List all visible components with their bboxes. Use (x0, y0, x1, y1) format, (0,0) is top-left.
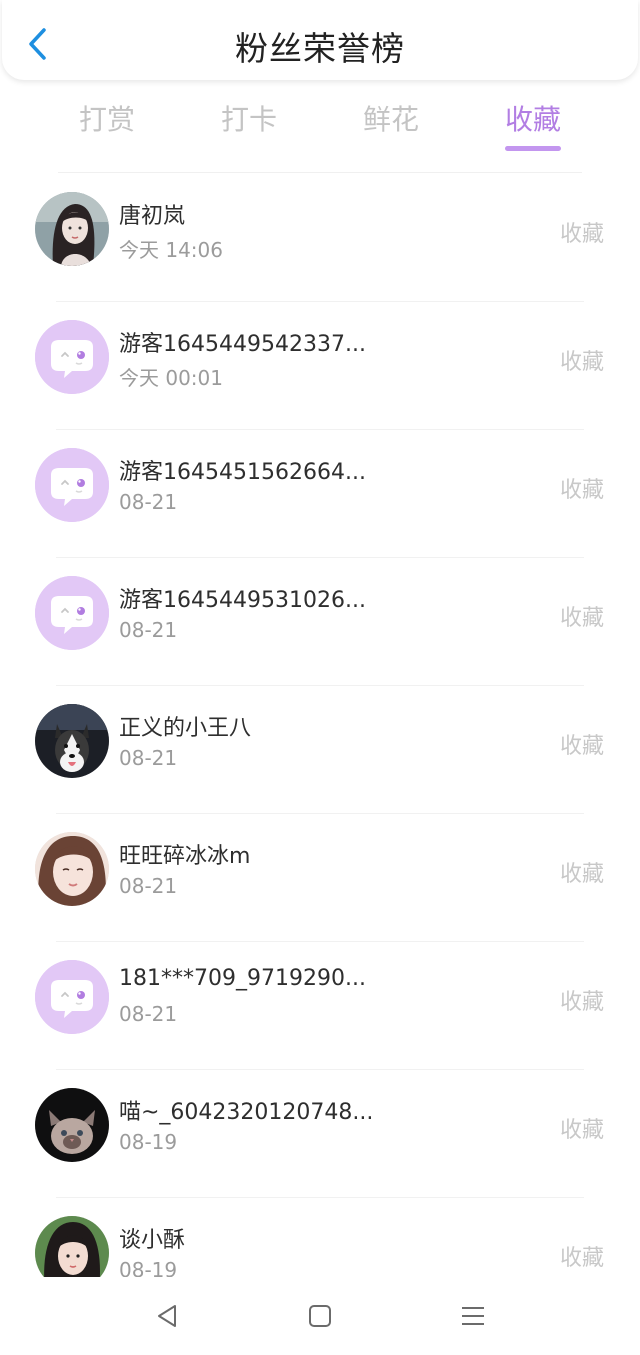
timestamp: 08-21 (119, 746, 178, 770)
husky-dog-avatar-icon (35, 704, 109, 778)
timestamp: 08-21 (119, 618, 178, 642)
user-name: 游客1645449531026... (119, 588, 366, 613)
list-item[interactable]: 正义的小王八 08-21 收藏 (0, 686, 640, 814)
favorite-label: 收藏 (559, 222, 604, 247)
avatar (35, 448, 109, 522)
timestamp: 08-21 (119, 490, 178, 514)
user-name: 181***709_9719290... (119, 966, 366, 991)
user-name: 旺旺碎冰冰m (119, 844, 251, 869)
default-chat-avatar-icon (35, 448, 109, 522)
default-chat-avatar-icon (35, 576, 109, 650)
list-item[interactable]: 游客1645449542337... 今天 00:01 收藏 (0, 302, 640, 430)
favorite-label: 收藏 (559, 478, 604, 503)
home-square-icon (309, 1305, 331, 1327)
active-tab-indicator (505, 146, 561, 151)
avatar (35, 832, 109, 906)
menu-lines-icon (462, 1307, 484, 1325)
tab-flowers[interactable]: 鲜花 (336, 98, 446, 138)
default-chat-avatar-icon (35, 320, 109, 394)
divider (58, 172, 582, 173)
list-item[interactable]: 旺旺碎冰冰m 08-21 收藏 (0, 814, 640, 942)
nav-back-button[interactable] (152, 1301, 182, 1331)
timestamp: 08-21 (119, 874, 178, 898)
list-item[interactable]: 游客1645451562664... 08-21 收藏 (0, 430, 640, 558)
tab-bar: 打赏 打卡 鲜花 收藏 (0, 92, 640, 158)
cat-avatar-icon (35, 1088, 109, 1162)
timestamp: 08-19 (119, 1130, 178, 1154)
favorite-label: 收藏 (559, 862, 604, 887)
top-bar: 粉丝荣誉榜 (2, 0, 638, 80)
avatar (35, 576, 109, 650)
user-name: 喵~_6042320120748... (119, 1100, 374, 1125)
list-item[interactable]: 181***709_9719290... 08-21 收藏 (0, 942, 640, 1070)
list-item[interactable]: 喵~_6042320120748... 08-19 收藏 (0, 1070, 640, 1198)
list-item[interactable]: 唐初岚 今天 14:06 收藏 (0, 174, 640, 302)
favorite-label: 收藏 (559, 1118, 604, 1143)
system-nav-bar (0, 1277, 640, 1355)
photo-girl-avatar-icon (35, 192, 109, 266)
favorite-label: 收藏 (559, 606, 604, 631)
page-title: 粉丝荣誉榜 (235, 29, 405, 68)
favorite-label: 收藏 (559, 350, 604, 375)
avatar (35, 1088, 109, 1162)
list-item[interactable]: 游客1645449531026... 08-21 收藏 (0, 558, 640, 686)
user-name: 游客1645449542337... (119, 332, 366, 357)
avatar (35, 1216, 109, 1277)
screen: 粉丝荣誉榜 打赏 打卡 鲜花 收藏 唐初岚 今天 14:06 收藏 游客1645… (0, 0, 640, 1355)
tab-favorites[interactable]: 收藏 (478, 98, 588, 138)
favorite-label: 收藏 (559, 990, 604, 1015)
fan-list: 唐初岚 今天 14:06 收藏 游客1645449542337... 今天 00… (0, 174, 640, 1277)
back-triangle-icon (158, 1305, 176, 1327)
default-chat-avatar-icon (35, 960, 109, 1034)
timestamp: 08-19 (119, 1258, 178, 1277)
timestamp: 今天 00:01 (119, 366, 223, 390)
avatar (35, 960, 109, 1034)
favorite-label: 收藏 (559, 1246, 604, 1271)
tab-reward[interactable]: 打赏 (52, 98, 162, 138)
tab-checkin[interactable]: 打卡 (194, 98, 304, 138)
avatar (35, 320, 109, 394)
user-name: 游客1645451562664... (119, 460, 366, 485)
list-item[interactable]: 谈小酥 08-19 收藏 (0, 1198, 640, 1277)
favorite-label: 收藏 (559, 734, 604, 759)
user-name: 唐初岚 (119, 204, 186, 229)
nav-menu-button[interactable] (458, 1301, 488, 1331)
photo-girl-avatar-icon (35, 1216, 109, 1277)
nav-home-button[interactable] (305, 1301, 335, 1331)
avatar (35, 704, 109, 778)
user-name: 正义的小王八 (119, 716, 252, 741)
avatar (35, 192, 109, 266)
photo-girl-avatar-icon (35, 832, 109, 906)
timestamp: 今天 14:06 (119, 238, 223, 262)
user-name: 谈小酥 (119, 1228, 186, 1253)
timestamp: 08-21 (119, 1002, 178, 1026)
